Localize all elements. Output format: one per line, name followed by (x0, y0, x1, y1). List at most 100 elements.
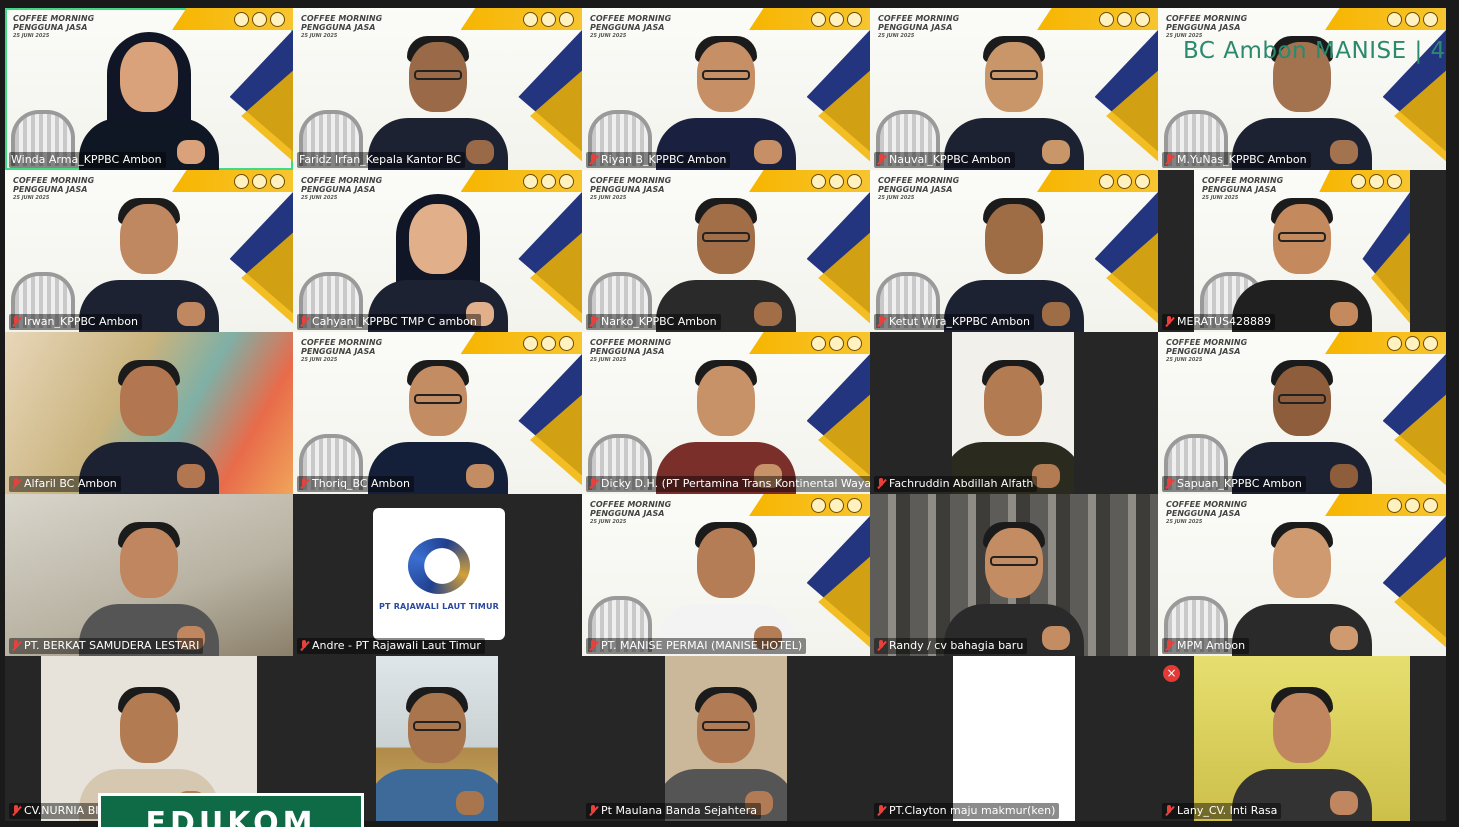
participant-video (367, 20, 508, 170)
participant-tile[interactable]: Alfaril BC Ambon (5, 332, 293, 494)
raised-fist (1330, 626, 1358, 650)
participant-name: PT. BERKAT SAMUDERA LESTARI (24, 639, 200, 652)
participant-tile[interactable]: COFFEE MORNING PENGGUNA JASA 25 JUNI 2025 N… (870, 8, 1158, 170)
emblem-icon (1135, 12, 1150, 27)
participant-tile[interactable]: PT.Clayton maju makmur(ken) (870, 656, 1158, 821)
raised-fist (1330, 791, 1358, 815)
participant-name-label: Narko_KPPBC Ambon (586, 314, 721, 330)
participant-tile[interactable]: COFFEE MORNING PENGGUNA JASA 25 JUNI 2025 K… (870, 170, 1158, 332)
institution-logos (234, 12, 285, 27)
participant-tile[interactable]: COFFEE MORNING PENGGUNA JASA 25 JUNI 2025 M… (1158, 8, 1446, 170)
institution-logos (811, 12, 862, 27)
participant-name: CV.NURNIA BI (24, 804, 99, 817)
participant-tile[interactable]: COFFEE MORNING PENGGUNA JASA 25 JUNI 2025 I… (5, 170, 293, 332)
face (120, 204, 178, 274)
participant-tile[interactable]: COFFEE MORNING PENGGUNA JASA 25 JUNI 2025 D… (582, 332, 870, 494)
camera-feed (665, 656, 787, 821)
participant-tile[interactable]: Randy / cv bahagia baru (870, 494, 1158, 656)
participant-video (367, 344, 508, 494)
emblem-icon (523, 174, 538, 189)
participant-tile[interactable]: COFFEE MORNING PENGGUNA JASA 25 JUNI 2025 N… (582, 170, 870, 332)
raised-fist (754, 302, 782, 326)
participant-name-label: Pt Maulana Banda Sejahtera (586, 803, 761, 819)
raised-fist (465, 140, 494, 164)
participant-name: Narko_KPPBC Ambon (601, 315, 717, 328)
raised-fist (754, 140, 782, 164)
glasses (702, 721, 750, 731)
participant-video (376, 671, 498, 821)
participant-video (79, 182, 219, 332)
participant-tile[interactable]: COFFEE MORNING PENGGUNA JASA 25 JUNI 2025 M… (1158, 494, 1446, 656)
emblem-icon (1099, 174, 1114, 189)
footer-banner: EDUKOM (98, 793, 364, 827)
mic-muted-icon (1164, 316, 1174, 328)
glasses (413, 394, 462, 404)
participant-tile[interactable]: Pt Maulana Banda Sejahtera (582, 656, 870, 821)
participant-name-label: Winda Arma_KPPBC Ambon (9, 152, 166, 168)
emblem-icon (541, 336, 556, 351)
participant-video (79, 20, 219, 170)
participant-tile[interactable]: PT. BERKAT SAMUDERA LESTARI (5, 494, 293, 656)
participant-video (367, 182, 508, 332)
face (120, 528, 178, 598)
emblem-icon (847, 12, 862, 27)
participant-tile[interactable]: COFFEE MORNING PENGGUNA JASA 25 JUNI 2025 T… (293, 332, 582, 494)
participant-tile[interactable]: COFFEE MORNING PENGGUNA JASA 25 JUNI 2025 F… (293, 8, 582, 170)
participant-name: Pt Maulana Banda Sejahtera (601, 804, 757, 817)
face (408, 204, 467, 274)
emblem-icon (252, 174, 267, 189)
participant-tile[interactable]: COFFEE MORNING PENGGUNA JASA 25 JUNI 2025 P… (582, 494, 870, 656)
mic-muted-icon (588, 154, 598, 166)
mic-muted-icon (588, 478, 598, 490)
mic-muted-icon (876, 316, 886, 328)
participant-video (656, 344, 796, 494)
institution-logos (234, 174, 285, 189)
emblem-icon (523, 12, 538, 27)
glasses (413, 721, 461, 731)
emblem-icon (829, 336, 844, 351)
participant-tile[interactable]: Fachruddin Abdillah Alfath (870, 332, 1158, 494)
emblem-icon (829, 498, 844, 513)
participant-video (665, 671, 787, 821)
institution-logos (1387, 498, 1438, 513)
raised-fist (1042, 140, 1070, 164)
participant-video (656, 182, 796, 332)
participant-tile[interactable]: COFFEE MORNING PENGGUNA JASA 25 JUNI 2025 R… (582, 8, 870, 170)
participant-name: Faridz Irfan_Kepala Kantor BC (299, 153, 462, 166)
emblem-icon (1135, 174, 1150, 189)
participant-tile[interactable]: COFFEE MORNING PENGGUNA JASA 25 JUNI 2025 W… (5, 8, 293, 170)
mic-muted-icon (588, 640, 598, 652)
participant-name-label: Sapuan_KPPBC Ambon (1162, 476, 1306, 492)
participant-tile[interactable]: COFFEE MORNING PENGGUNA JASA 25 JUNI 2025 S… (1158, 332, 1446, 494)
participant-name: Lany_CV. Inti Rasa (1177, 804, 1278, 817)
participant-video (79, 344, 219, 494)
participant-name-label: Andre - PT Rajawali Laut Timur (297, 638, 485, 654)
emblem-icon (811, 336, 826, 351)
close-icon[interactable]: × (1163, 665, 1180, 682)
participant-tile[interactable]: COFFEE MORNING PENGGUNA JASA 25 JUNI 2025 M… (1158, 170, 1446, 332)
participant-tile[interactable]: PT RAJAWALI LAUT TIMUR Andre - PT Rajawal… (293, 494, 582, 656)
glasses (990, 556, 1038, 566)
participant-name-label: Lany_CV. Inti Rasa (1162, 803, 1282, 819)
mic-muted-icon (11, 316, 21, 328)
raised-fist (1330, 140, 1358, 164)
camera-feed: COFFEE MORNING PENGGUNA JASA 25 JUNI 2025 (1194, 170, 1410, 332)
mic-muted-icon (1164, 478, 1174, 490)
emblem-icon (1387, 498, 1402, 513)
institution-logos (1387, 336, 1438, 351)
mic-muted-icon (876, 805, 886, 817)
mic-muted-icon (876, 640, 886, 652)
institution-logos (811, 174, 862, 189)
participant-name-label: PT.Clayton maju makmur(ken) (874, 803, 1060, 819)
participant-name-label: Faridz Irfan_Kepala Kantor BC (297, 152, 466, 168)
mic-muted-icon (588, 316, 598, 328)
mic-muted-icon (876, 478, 886, 490)
participant-name: Alfaril BC Ambon (24, 477, 117, 490)
participant-name: PT. MANISE PERMAI (MANISE HOTEL) (601, 639, 803, 652)
participant-tile[interactable]: Lany_CV. Inti Rasa (1158, 656, 1446, 821)
participant-video (656, 506, 796, 656)
emblem-icon (1423, 336, 1438, 351)
participant-video (944, 506, 1084, 656)
participant-tile[interactable]: COFFEE MORNING PENGGUNA JASA 25 JUNI 2025 C… (293, 170, 582, 332)
participant-name: Sapuan_KPPBC Ambon (1177, 477, 1302, 490)
